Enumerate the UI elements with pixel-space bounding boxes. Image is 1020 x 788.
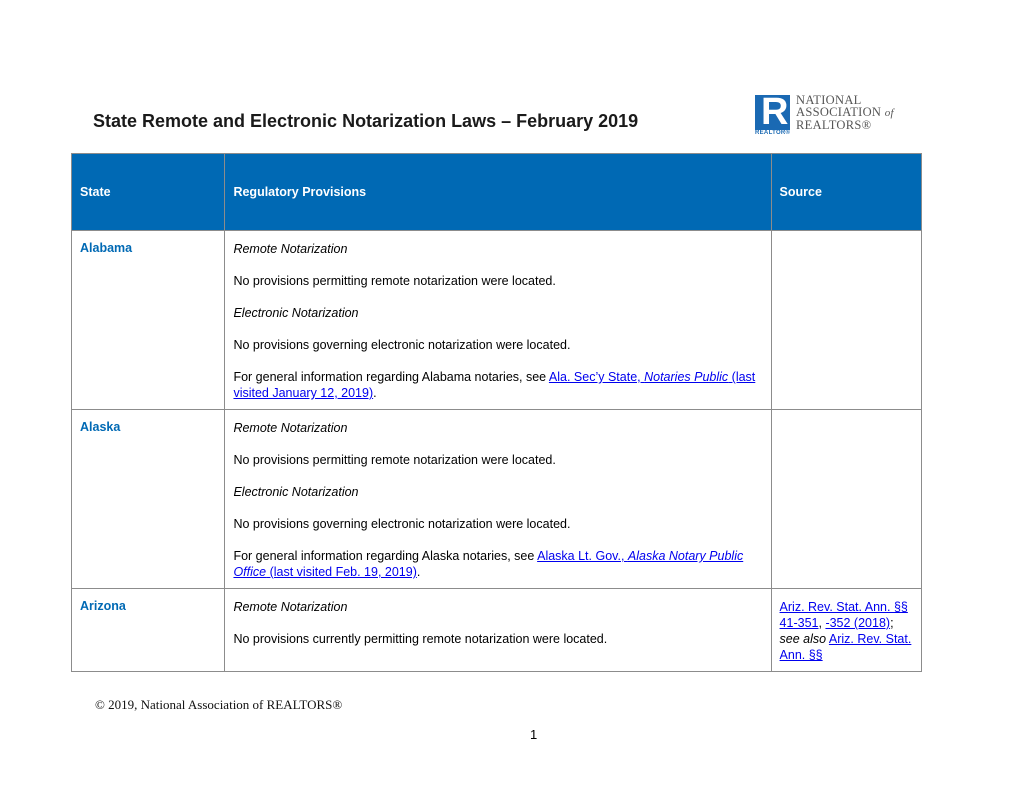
header-source: Source [770,153,923,231]
electronic-heading: Electronic Notarization [233,485,359,499]
state-name: Alaska [80,420,121,434]
electronic-text: No provisions governing electronic notar… [233,338,571,352]
notarization-laws-table: State Regulatory Provisions Source Alaba… [70,153,923,672]
electronic-text: No provisions governing electronic notar… [233,517,571,531]
copyright-footer: © 2019, National Association of REALTORS… [95,697,343,712]
table-header-row: State Regulatory Provisions Source [70,153,923,231]
logo-wordmark: NATIONAL ASSOCIATION of REALTORS® [796,93,894,132]
remote-heading: Remote Notarization [233,421,348,435]
remote-text: No provisions permitting remote notariza… [233,274,556,288]
state-name: Arizona [80,599,126,613]
remote-text: No provisions permitting remote notariza… [233,453,556,467]
ariz-stat-352-link[interactable]: -352 (2018) [825,616,890,630]
page-number: 1 [530,727,538,742]
source-cell [770,409,923,589]
remote-text: No provisions currently permitting remot… [233,632,608,646]
general-info: For general information regarding Alabam… [233,370,756,400]
electronic-heading: Electronic Notarization [233,306,359,320]
general-info: For general information regarding Alaska… [233,549,744,579]
header-state: State [70,153,226,231]
remote-heading: Remote Notarization [233,600,348,614]
source-cell: Ariz. Rev. Stat. Ann. §§ 41-351, -352 (2… [770,588,923,672]
remote-heading: Remote Notarization [233,242,348,256]
table-row-alabama: Alabama Remote Notarization No provision… [70,230,923,410]
document-title: State Remote and Electronic Notarization… [93,111,639,131]
table-row-alaska: Alaska Remote Notarization No provisions… [70,409,923,589]
nar-logo: R REALTOR® NATIONAL ASSOCIATION of REALT… [755,92,915,139]
source-cell [770,230,923,410]
state-name: Alabama [80,241,133,255]
header-regulatory-provisions: Regulatory Provisions [224,153,772,231]
table-row-arizona: Arizona Remote Notarization No provision… [70,588,923,672]
realtor-r-logo-icon: R [755,92,790,132]
realtor-tag: REALTOR® [755,130,791,136]
